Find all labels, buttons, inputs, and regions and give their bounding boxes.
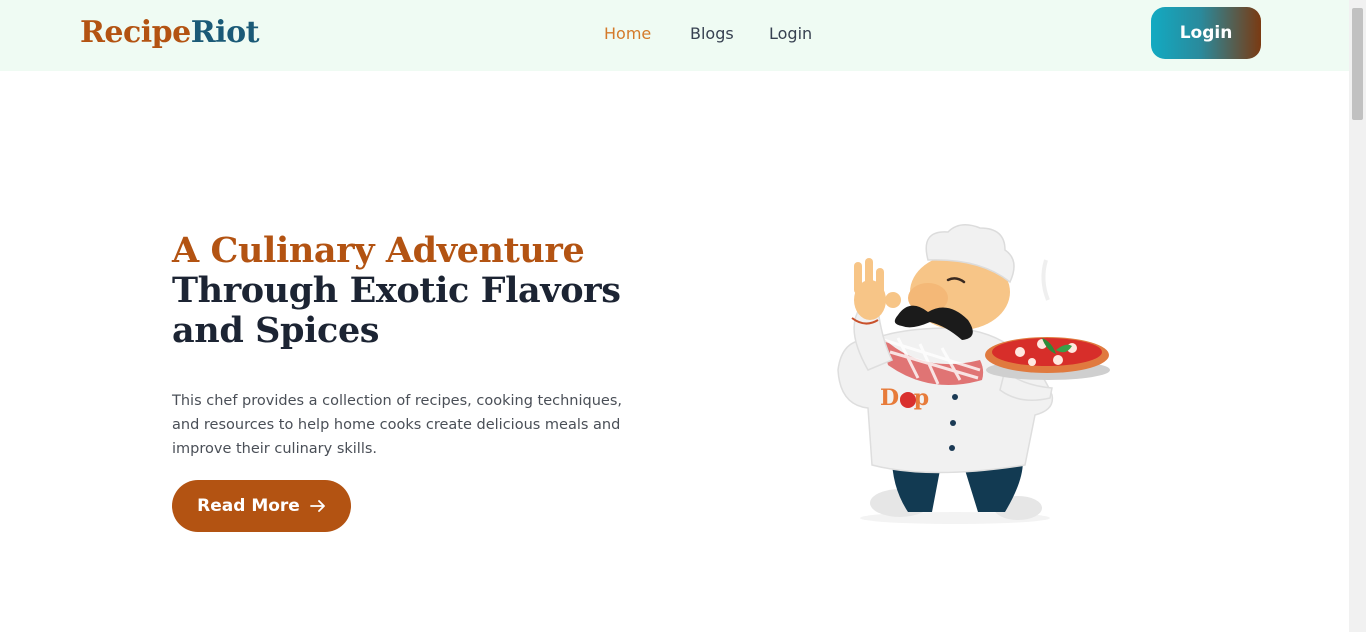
scrollbar-thumb[interactable] [1352,8,1363,120]
top-navbar: RecipeRiot Home Blogs Login Login [0,0,1349,71]
hero-title: A Culinary Adventure Through Exotic Flav… [172,231,642,351]
arrow-right-icon [309,500,325,512]
nav-link-login[interactable]: Login [769,24,812,44]
read-more-button[interactable]: Read More [172,480,351,532]
chef-illustration: Dop [837,224,1110,524]
login-button[interactable]: Login [1151,7,1261,59]
nav-links: Home Blogs Login [0,24,1349,46]
nav-link-blogs[interactable]: Blogs [690,24,734,44]
hero-description: This chef provides a collection of recip… [172,393,622,457]
vertical-scrollbar[interactable] [1349,0,1366,632]
nav-link-home[interactable]: Home [604,24,651,44]
read-more-label: Read More [197,496,300,516]
hero-title-line-1: A Culinary Adventure [172,230,585,271]
hero-title-line-2: Through Exotic Flavors and Spices [172,270,621,351]
